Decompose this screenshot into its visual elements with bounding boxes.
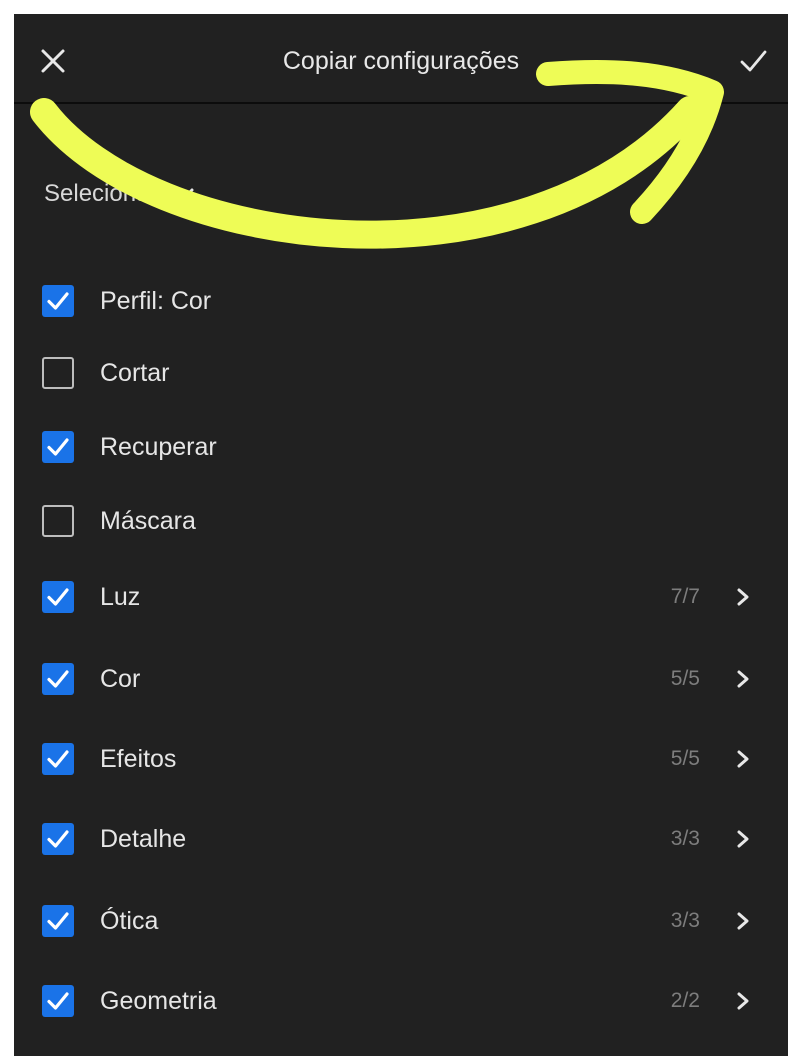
chevron-right-icon[interactable] bbox=[736, 911, 750, 931]
chevron-right-icon[interactable] bbox=[736, 749, 750, 769]
list-item[interactable]: Perfil: Cor bbox=[14, 276, 788, 326]
check-icon bbox=[47, 438, 69, 456]
chevron-right-icon[interactable] bbox=[736, 991, 750, 1011]
checkbox-checked[interactable] bbox=[42, 663, 74, 695]
list-item[interactable]: Recuperar bbox=[14, 422, 788, 472]
item-label: Perfil: Cor bbox=[100, 286, 212, 315]
list-item[interactable]: Cor 5/5 bbox=[14, 654, 788, 704]
checkbox-checked[interactable] bbox=[42, 743, 74, 775]
checkbox-unchecked[interactable] bbox=[42, 357, 74, 389]
checkmark-icon bbox=[740, 50, 767, 72]
item-count: 5/5 bbox=[670, 667, 700, 690]
list-item[interactable]: Detalhe 3/3 bbox=[14, 814, 788, 864]
check-icon bbox=[47, 292, 69, 310]
item-label: Ótica bbox=[100, 906, 159, 935]
page-title: Copiar configurações bbox=[282, 47, 520, 75]
item-label: Cor bbox=[100, 664, 141, 693]
list-item[interactable]: Máscara bbox=[14, 496, 788, 546]
confirm-button[interactable] bbox=[736, 44, 770, 78]
checkbox-checked[interactable] bbox=[42, 985, 74, 1017]
checkbox-checked[interactable] bbox=[42, 823, 74, 855]
item-label: Geometria bbox=[100, 986, 217, 1015]
list-item[interactable]: Ótica 3/3 bbox=[14, 896, 788, 946]
check-icon bbox=[47, 912, 69, 930]
item-label: Efeitos bbox=[100, 744, 177, 773]
header-bar: Copiar configurações bbox=[14, 14, 788, 104]
list-item[interactable]: Cortar bbox=[14, 348, 788, 398]
checkbox-checked[interactable] bbox=[42, 905, 74, 937]
check-icon bbox=[47, 750, 69, 768]
item-count: 3/3 bbox=[670, 827, 700, 850]
item-label: Cortar bbox=[100, 358, 170, 387]
item-label: Detalhe bbox=[100, 824, 187, 853]
checkbox-checked[interactable] bbox=[42, 285, 74, 317]
item-label: Luz bbox=[100, 582, 141, 611]
chevron-down-icon bbox=[174, 188, 194, 200]
item-count: 7/7 bbox=[670, 585, 700, 608]
chevron-right-icon[interactable] bbox=[736, 587, 750, 607]
list-item[interactable]: Geometria 2/2 bbox=[14, 976, 788, 1026]
list-item[interactable]: Efeitos 5/5 bbox=[14, 734, 788, 784]
checkbox-checked[interactable] bbox=[42, 581, 74, 613]
item-count: 2/2 bbox=[670, 989, 700, 1012]
item-count: 3/3 bbox=[670, 909, 700, 932]
checkbox-checked[interactable] bbox=[42, 431, 74, 463]
chevron-right-icon[interactable] bbox=[736, 669, 750, 689]
item-count: 5/5 bbox=[670, 747, 700, 770]
chevron-right-icon[interactable] bbox=[736, 829, 750, 849]
select-dropdown[interactable]: Selecionar bbox=[44, 174, 195, 214]
copy-settings-panel: Copiar configurações Selecionar Perfil: … bbox=[14, 14, 788, 1056]
check-icon bbox=[47, 670, 69, 688]
check-icon bbox=[47, 830, 69, 848]
checkbox-unchecked[interactable] bbox=[42, 505, 74, 537]
check-icon bbox=[47, 992, 69, 1010]
item-label: Máscara bbox=[100, 506, 196, 535]
select-label: Selecionar bbox=[44, 180, 158, 207]
list-item[interactable]: Luz 7/7 bbox=[14, 572, 788, 622]
check-icon bbox=[47, 588, 69, 606]
item-label: Recuperar bbox=[100, 432, 217, 461]
